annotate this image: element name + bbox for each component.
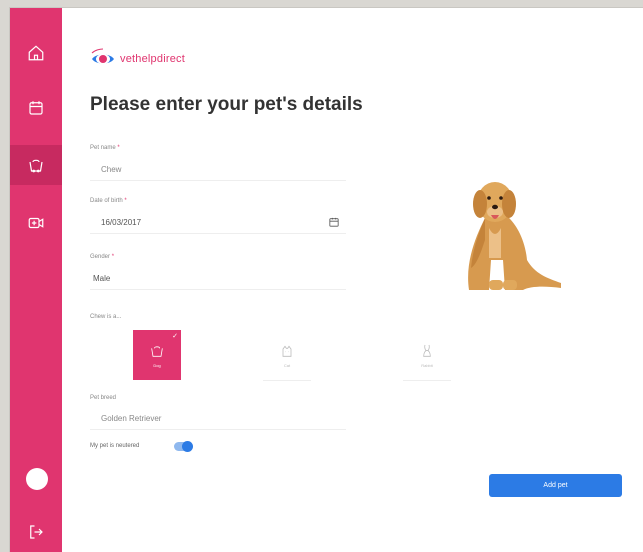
required-marker: * (117, 145, 120, 151)
brand-logo: vethelpdirect (90, 46, 185, 72)
gender-label-text: Gender (90, 254, 111, 260)
pet-name-label-text: Pet name (90, 145, 116, 151)
home-icon (28, 45, 44, 61)
dob-input[interactable]: 16/03/2017 (90, 212, 346, 234)
breed-label: Pet breed (90, 395, 117, 401)
sidebar-item-appointments[interactable] (10, 88, 62, 128)
breed-value: Golden Retriever (101, 414, 162, 423)
dob-label-text: Date of birth (90, 198, 123, 204)
sidebar-item-pets[interactable] (10, 145, 62, 185)
calendar-icon[interactable] (329, 217, 339, 227)
logout-icon (30, 525, 43, 539)
sidebar-item-home[interactable] (10, 33, 62, 73)
gender-value: Male (93, 274, 111, 283)
pet-type-cat-label: Cat (283, 362, 291, 368)
rabbit-icon (423, 344, 431, 357)
required-marker: * (124, 198, 127, 204)
divider (263, 380, 311, 381)
toggle-knob (182, 441, 193, 452)
logout-button[interactable] (10, 512, 62, 552)
pet-type-dog[interactable]: ✓ Dog (133, 330, 181, 380)
pet-type-rabbit[interactable]: Rabbit (403, 330, 451, 380)
pet-name-label: Pet name * (90, 145, 120, 151)
pet-icon (29, 159, 43, 173)
pet-type-rabbit-label: Rabbit (421, 362, 433, 368)
pet-type-selector: ✓ Dog Cat Rabbit (133, 330, 453, 382)
video-icon (28, 217, 44, 229)
page-title: Please enter your pet's details (90, 94, 363, 115)
gender-select[interactable]: Male (90, 268, 346, 290)
pet-type-cat[interactable]: Cat (263, 330, 311, 380)
dog-icon (151, 345, 163, 357)
pet-name-value: Chew (101, 165, 122, 174)
brand-name: vethelpdirect (120, 53, 185, 65)
sidebar-item-video[interactable] (10, 203, 62, 243)
gender-label: Gender * (90, 254, 114, 260)
calendar-icon (29, 101, 43, 115)
avatar[interactable] (26, 468, 48, 490)
pet-type-label: Chew is a... (90, 314, 122, 320)
neutered-label: My pet is neutered (90, 443, 140, 449)
dob-label: Date of birth * (90, 198, 127, 204)
breed-input[interactable]: Golden Retriever (90, 408, 346, 430)
sidebar (10, 8, 62, 552)
dob-value: 16/03/2017 (101, 218, 142, 227)
divider (403, 380, 451, 381)
eye-logo-icon (91, 48, 114, 64)
pet-type-dog-label: Dog (153, 362, 161, 368)
required-marker: * (111, 254, 115, 260)
check-icon: ✓ (172, 333, 178, 340)
add-pet-button[interactable]: Add pet (489, 474, 622, 497)
cat-icon (282, 345, 292, 357)
dog-photo (468, 182, 561, 290)
pet-name-input[interactable]: Chew (90, 159, 346, 181)
neutered-toggle[interactable] (174, 441, 193, 452)
